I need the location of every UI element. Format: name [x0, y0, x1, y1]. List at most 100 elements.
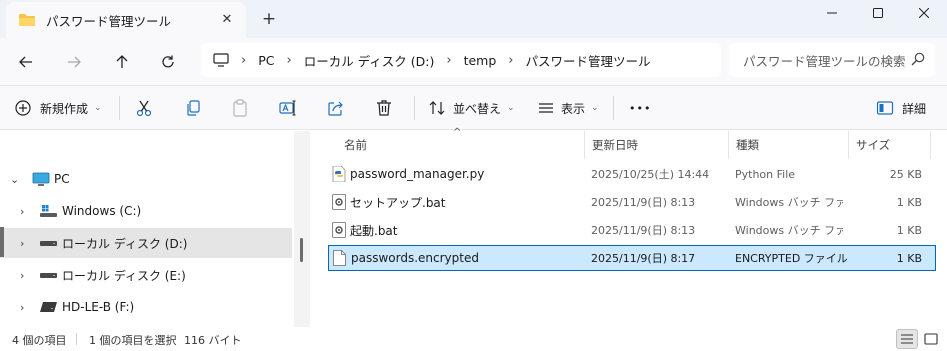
file-date: 2025/11/9(日) 8:13 [591, 224, 696, 237]
file-row[interactable]: 起動.bat 2025/11/9(日) 8:13 Windows バッチ ファ.… [328, 217, 936, 243]
back-button[interactable] [12, 48, 40, 76]
file-row[interactable]: セットアップ.bat 2025/11/9(日) 8:13 Windows バッチ… [328, 189, 936, 215]
column-divider[interactable] [930, 131, 931, 159]
trash-icon [377, 100, 391, 116]
tree-label: Windows (C:) [62, 204, 142, 218]
chevron-right-icon[interactable]: › [20, 269, 24, 282]
minimize-icon [827, 12, 837, 14]
tree-item-drive-e[interactable]: › ローカル ディスク (E:) [0, 260, 292, 290]
close-tab-icon[interactable]: ✕ [218, 10, 236, 28]
minimize-button[interactable] [809, 0, 855, 26]
maximize-button[interactable] [855, 0, 901, 26]
rename-icon [279, 100, 296, 116]
up-button[interactable] [108, 48, 136, 76]
monitor-icon [32, 172, 50, 186]
sort-label: 並べ替え [453, 101, 502, 116]
scrollbar-thumb[interactable] [300, 238, 303, 262]
command-bar: 新規作成 ⌄ 並べ替え ⌄ 表示 ⌄ ••• 詳細 [0, 86, 947, 130]
column-header-size[interactable]: サイズ [856, 131, 890, 159]
details-view-icon [901, 334, 913, 344]
copy-icon [187, 100, 200, 116]
tree-item-hd-le-b[interactable]: › HD-LE-B (F:) [0, 292, 292, 322]
file-size: 1 KB [896, 195, 922, 209]
search-input[interactable]: パスワード管理ツールの検索 [729, 43, 935, 77]
file-type: Python File [735, 167, 796, 181]
rename-button[interactable] [279, 94, 297, 122]
pane-splitter[interactable] [294, 131, 310, 327]
chevron-right-icon[interactable]: › [20, 301, 24, 314]
toolbar-divider [119, 96, 120, 120]
status-divider [76, 333, 77, 345]
file-row-selected[interactable]: passwords.encrypted 2025/11/9(日) 8:17 EN… [328, 245, 936, 271]
details-pane-button[interactable]: 詳細 [876, 94, 926, 122]
file-icon [333, 250, 346, 266]
refresh-button[interactable] [154, 48, 182, 76]
scissors-icon [136, 100, 152, 117]
navigation-pane: ⌄ PC › Windows (C:) › ローカル ディスク (D:) › ロ… [0, 131, 310, 327]
column-divider[interactable] [728, 131, 729, 159]
delete-button[interactable] [375, 94, 393, 122]
selection-size: 116 バイト [184, 334, 242, 347]
tab-current-folder[interactable]: パスワード管理ツール ✕ [6, 2, 246, 38]
breadcrumb-current[interactable]: パスワード管理ツール [525, 51, 650, 70]
tiles-view-icon [924, 333, 938, 345]
details-view-button[interactable] [896, 329, 918, 349]
search-placeholder: パスワード管理ツールの検索 [743, 53, 906, 69]
folder-icon [19, 14, 35, 26]
file-date: 2025/11/9(日) 8:17 [591, 252, 696, 265]
address-row: › PC › ローカル ディスク (D:) › temp › パスワード管理ツー… [0, 38, 947, 86]
tree-item-pc[interactable]: ⌄ PC [0, 164, 292, 194]
windows-drive-icon [40, 205, 57, 217]
column-divider[interactable] [848, 131, 849, 159]
column-header-date[interactable]: 更新日時 [592, 131, 638, 159]
cut-button[interactable] [135, 94, 153, 122]
new-tab-button[interactable]: + [258, 8, 280, 30]
chevron-right-icon[interactable]: › [20, 237, 24, 250]
file-row[interactable]: password_manager.py 2025/10/25(土) 14:44 … [328, 161, 936, 187]
tree-label: ローカル ディスク (D:) [62, 236, 188, 251]
chevron-right-icon[interactable]: › [20, 205, 24, 218]
refresh-icon [162, 55, 174, 68]
details-pane-icon [876, 101, 894, 115]
breadcrumb-temp[interactable]: temp [464, 53, 497, 68]
chevron-down-icon: ⌄ [507, 103, 515, 113]
chevron-down-icon: ⌄ [591, 103, 599, 113]
file-size: 25 KB [889, 167, 922, 181]
file-type: Windows バッチ ファ... [735, 196, 843, 209]
tree-item-drive-d[interactable]: › ローカル ディスク (D:) [0, 228, 292, 258]
close-window-button[interactable] [901, 0, 947, 26]
tiles-view-button[interactable] [920, 329, 942, 349]
copy-button[interactable] [184, 94, 202, 122]
tab-title: パスワード管理ツール [46, 13, 172, 29]
breadcrumb-pc[interactable]: PC [258, 53, 274, 68]
file-type: ENCRYPTED ファイル [735, 252, 847, 265]
breadcrumb-drive-d[interactable]: ローカル ディスク (D:) [304, 51, 435, 70]
column-divider[interactable] [584, 131, 585, 159]
arrow-right-icon [68, 56, 81, 68]
address-bar[interactable]: › PC › ローカル ディスク (D:) › temp › パスワード管理ツー… [201, 43, 721, 77]
column-header-name[interactable]: 名前 [344, 131, 367, 159]
arrow-up-icon [116, 55, 128, 68]
file-list: ^ 名前 更新日時 種類 サイズ password_manager.py 202… [312, 127, 947, 327]
list-view-icon [539, 103, 553, 113]
file-name: password_manager.py [350, 167, 485, 181]
drive-icon [40, 241, 57, 246]
more-options-button[interactable]: ••• [629, 94, 651, 122]
sort-button[interactable]: 並べ替え ⌄ [428, 94, 515, 122]
sort-ascending-icon: ^ [453, 127, 462, 138]
search-icon [911, 52, 925, 66]
view-button[interactable]: 表示 ⌄ [537, 94, 599, 122]
paste-button[interactable] [231, 94, 249, 122]
toolbar-divider [613, 96, 614, 120]
chevron-right-icon: › [241, 52, 247, 68]
external-drive-icon [40, 302, 57, 312]
file-size: 1 KB [896, 251, 922, 265]
close-icon [919, 8, 929, 18]
python-file-icon [332, 166, 346, 182]
chevron-down-icon[interactable]: ⌄ [10, 173, 19, 186]
column-header-type[interactable]: 種類 [736, 131, 759, 159]
tree-item-windows-c[interactable]: › Windows (C:) [0, 196, 292, 226]
share-button[interactable] [327, 94, 345, 122]
new-button[interactable]: 新規作成 ⌄ [14, 94, 102, 122]
forward-button[interactable] [60, 48, 88, 76]
